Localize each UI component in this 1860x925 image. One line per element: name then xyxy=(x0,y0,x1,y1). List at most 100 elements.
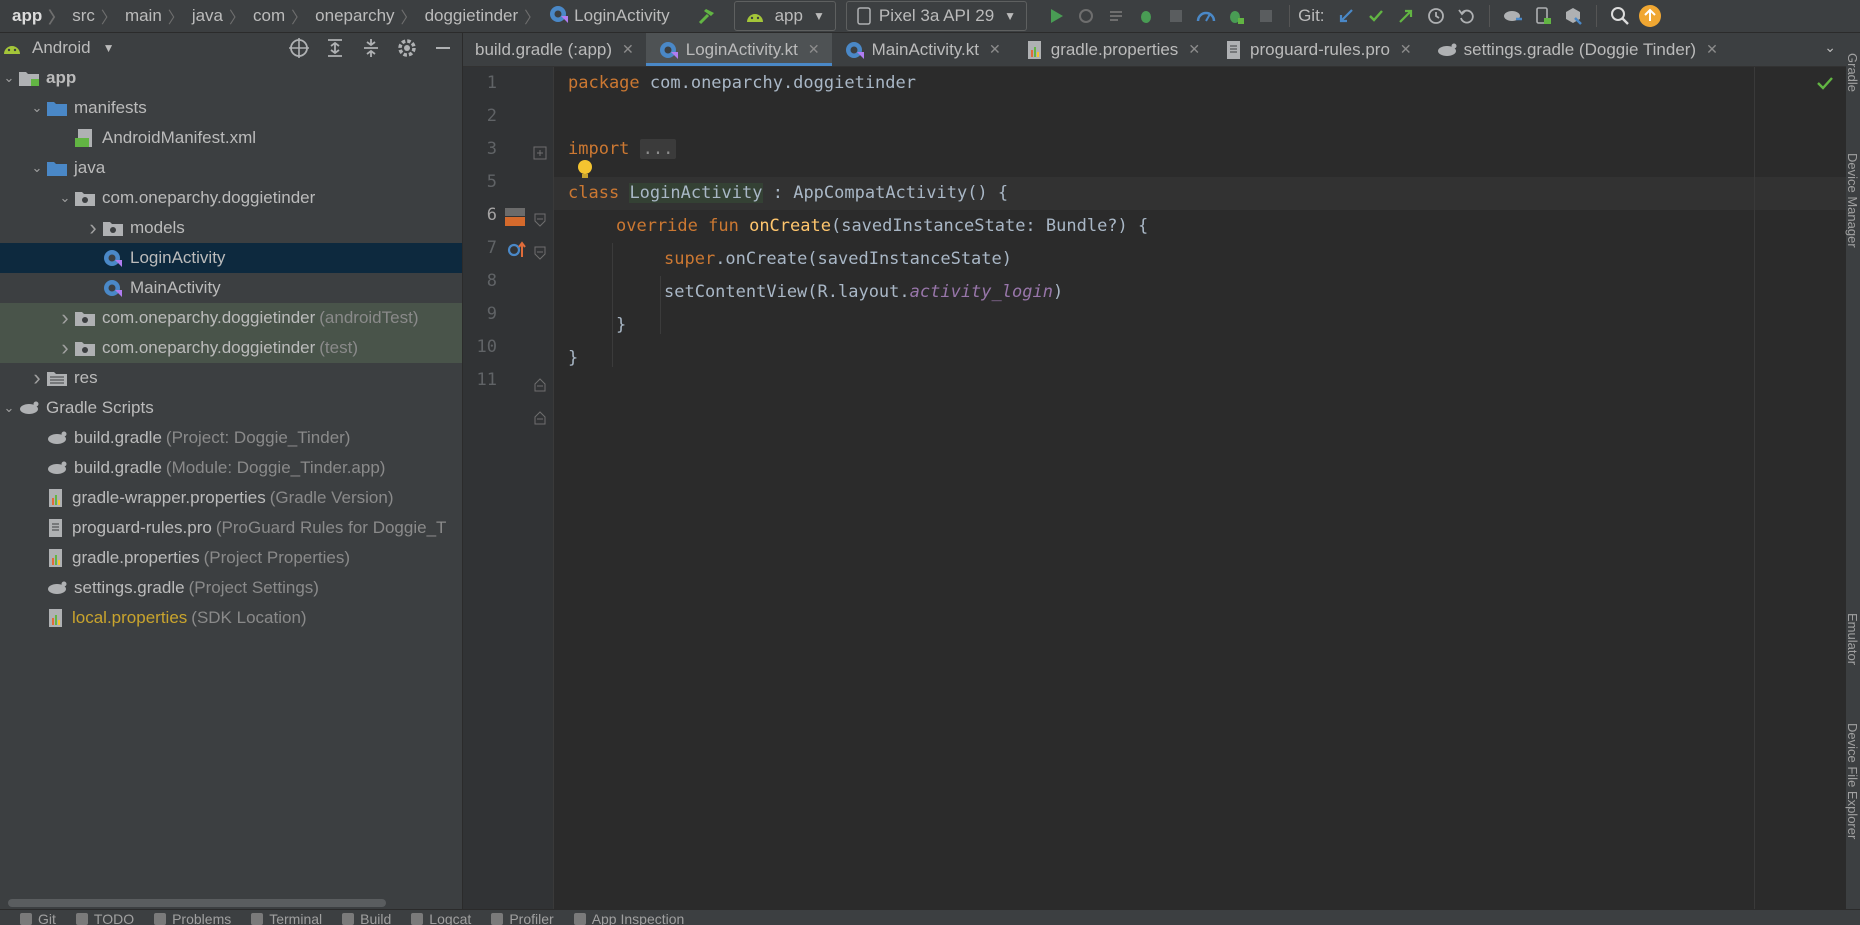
chevron-down-icon[interactable]: ▼ xyxy=(103,41,115,55)
tree-item[interactable]: ⌄ Gradle Scripts xyxy=(0,393,462,423)
tree-item[interactable]: ⌄ manifests xyxy=(0,93,462,123)
tree-item[interactable]: AndroidManifest.xml xyxy=(0,123,462,153)
right-tool-button[interactable]: Emulator xyxy=(1845,613,1860,665)
chevron-down-icon[interactable]: ⌄ xyxy=(0,400,18,416)
breadcrumb-item[interactable]: doggietinder 〉 xyxy=(425,4,549,28)
chevron-down-icon[interactable]: ⌄ xyxy=(1824,39,1836,56)
run-config-selector[interactable]: app ▼ xyxy=(733,1,836,31)
tree-item[interactable]: › res xyxy=(0,363,462,393)
bottom-tool-button[interactable]: Terminal xyxy=(251,910,322,925)
tree-item[interactable]: LoginActivity xyxy=(0,243,462,273)
editor-tab[interactable]: MainActivity.kt ✕ xyxy=(832,33,1013,66)
bottom-tool-button[interactable]: Build xyxy=(342,910,391,925)
git-push-icon[interactable] xyxy=(1391,1,1421,31)
tree-item[interactable]: build.gradle (Module: Doggie_Tinder.app) xyxy=(0,453,462,483)
tree-item[interactable]: proguard-rules.pro (ProGuard Rules for Do… xyxy=(0,513,462,543)
locate-file-icon[interactable] xyxy=(288,37,310,64)
bottom-tool-button[interactable]: Problems xyxy=(154,910,231,925)
debug-icon[interactable] xyxy=(1131,1,1161,31)
fold-end-icon[interactable] xyxy=(533,410,547,430)
horizontal-scrollbar[interactable] xyxy=(8,899,386,907)
editor-tab[interactable]: LoginActivity.kt ✕ xyxy=(645,33,832,66)
tree-item[interactable]: gradle.properties (Project Properties) xyxy=(0,543,462,573)
apply-changes-icon[interactable] xyxy=(1071,1,1101,31)
right-tool-button[interactable]: Gradle xyxy=(1845,53,1860,92)
fold-expand-icon[interactable] xyxy=(533,145,547,165)
fold-collapse-icon[interactable] xyxy=(533,245,547,265)
tree-item[interactable]: build.gradle (Project: Doggie_Tinder) xyxy=(0,423,462,453)
tree-item[interactable]: ⌄ app xyxy=(0,63,462,93)
override-marker-icon[interactable] xyxy=(507,241,529,264)
fold-collapse-icon[interactable] xyxy=(533,212,547,232)
breadcrumb-item[interactable]: main 〉 xyxy=(125,4,192,28)
bottom-tool-button[interactable]: TODO xyxy=(75,910,134,925)
sdk-manager-icon[interactable] xyxy=(1558,1,1588,31)
build-hammer-icon[interactable] xyxy=(692,1,722,31)
no-problems-check-icon[interactable] xyxy=(1816,75,1834,96)
bottom-tool-button[interactable]: Profiler xyxy=(491,910,554,925)
chevron-down-icon[interactable]: ⌄ xyxy=(28,160,46,176)
bottom-tool-button[interactable]: Git xyxy=(20,910,56,925)
tree-item[interactable]: › models xyxy=(0,213,462,243)
bottom-tool-button[interactable]: Logcat xyxy=(411,910,471,925)
tree-item[interactable]: › com.oneparchy.doggietinder (androidTest) xyxy=(0,303,462,333)
tree-item[interactable]: MainActivity xyxy=(0,273,462,303)
breadcrumb-item[interactable]: src 〉 xyxy=(72,4,125,28)
close-icon[interactable]: ✕ xyxy=(622,41,634,58)
search-icon[interactable] xyxy=(1605,1,1635,31)
editor-tab[interactable]: settings.gradle (Doggie Tinder) ✕ xyxy=(1424,33,1730,66)
related-layout-icon[interactable] xyxy=(503,207,527,232)
chevron-right-icon[interactable]: › xyxy=(84,215,102,241)
editor-tab[interactable]: build.gradle (:app) ✕ xyxy=(463,33,646,66)
tree-item[interactable]: local.properties (SDK Location) xyxy=(0,603,462,633)
close-icon[interactable]: ✕ xyxy=(1188,41,1200,58)
close-icon[interactable]: ✕ xyxy=(1400,41,1412,58)
editor-tab[interactable]: gradle.properties ✕ xyxy=(1013,33,1212,66)
breadcrumb-item[interactable]: LoginActivity xyxy=(548,4,670,29)
right-tool-button[interactable]: Device Manager xyxy=(1845,153,1860,248)
editor-tab[interactable]: proguard-rules.pro ✕ xyxy=(1212,33,1424,66)
history-icon[interactable] xyxy=(1421,1,1451,31)
gear-icon[interactable] xyxy=(396,37,418,64)
code-editor[interactable]: package com.oneparchy.doggietinder impor… xyxy=(554,67,1846,909)
update-icon[interactable] xyxy=(1635,1,1665,31)
breadcrumb-item[interactable]: java 〉 xyxy=(192,4,253,28)
git-commit-icon[interactable] xyxy=(1361,1,1391,31)
expand-all-icon[interactable] xyxy=(324,37,346,64)
close-icon[interactable]: ✕ xyxy=(989,41,1001,58)
breadcrumb-item[interactable]: com 〉 xyxy=(253,4,315,28)
tree-item[interactable]: gradle-wrapper.properties (Gradle Version… xyxy=(0,483,462,513)
apply-code-changes-icon[interactable] xyxy=(1101,1,1131,31)
tree-item[interactable]: ⌄ com.oneparchy.doggietinder xyxy=(0,183,462,213)
chevron-right-icon[interactable]: › xyxy=(28,365,46,391)
stop-icon[interactable] xyxy=(1251,1,1281,31)
attach-debugger-icon[interactable] xyxy=(1221,1,1251,31)
breadcrumb-item[interactable]: app 〉 xyxy=(12,4,72,28)
hide-panel-icon[interactable] xyxy=(432,37,454,64)
chevron-right-icon[interactable]: › xyxy=(56,305,74,331)
breadcrumb-item[interactable]: oneparchy 〉 xyxy=(315,4,424,28)
rollback-icon[interactable] xyxy=(1451,1,1481,31)
tree-item[interactable]: ⌄ java xyxy=(0,153,462,183)
collapse-all-icon[interactable] xyxy=(360,37,382,64)
profile-icon[interactable] xyxy=(1191,1,1221,31)
device-manager-icon[interactable] xyxy=(1528,1,1558,31)
device-selector[interactable]: Pixel 3a API 29 ▼ xyxy=(845,1,1028,31)
coverage-icon[interactable] xyxy=(1161,1,1191,31)
bottom-tool-button[interactable]: App Inspection xyxy=(573,910,684,925)
right-tool-button[interactable]: Device File Explorer xyxy=(1845,723,1860,839)
git-update-icon[interactable] xyxy=(1331,1,1361,31)
chevron-right-icon[interactable]: › xyxy=(56,335,74,361)
close-icon[interactable]: ✕ xyxy=(1706,41,1718,58)
project-view-selector[interactable]: Android xyxy=(32,38,91,58)
tree-item[interactable]: settings.gradle (Project Settings) xyxy=(0,573,462,603)
tree-item[interactable]: › com.oneparchy.doggietinder (test) xyxy=(0,333,462,363)
fold-end-icon[interactable] xyxy=(533,377,547,397)
chevron-down-icon[interactable]: ⌄ xyxy=(28,100,46,116)
folded-imports[interactable]: ... xyxy=(639,139,677,159)
chevron-down-icon[interactable]: ⌄ xyxy=(56,190,74,206)
gradle-sync-icon[interactable] xyxy=(1498,1,1528,31)
close-icon[interactable]: ✕ xyxy=(808,41,820,58)
chevron-down-icon[interactable]: ⌄ xyxy=(0,70,18,86)
run-icon[interactable] xyxy=(1041,1,1071,31)
